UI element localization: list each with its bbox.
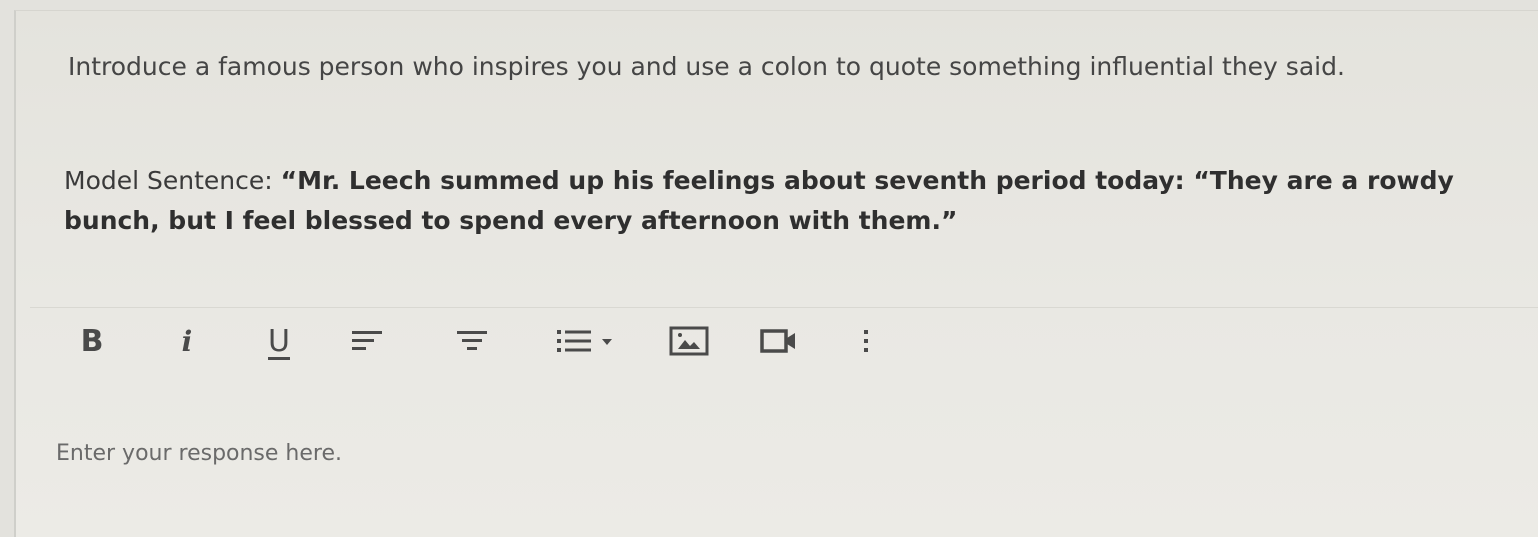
more-options-button[interactable] [856, 315, 876, 367]
model-sentence-label: Model Sentence: [64, 166, 281, 195]
dropdown-arrow-icon [602, 339, 612, 345]
italic-button[interactable]: i [172, 315, 202, 367]
more-options-icon [864, 330, 868, 352]
model-sentence: Model Sentence: “Mr. Leech summed up his… [64, 161, 1504, 241]
section-divider [30, 307, 1538, 308]
align-left-button[interactable] [346, 315, 390, 367]
align-center-icon [457, 331, 487, 350]
insert-image-button[interactable] [664, 315, 714, 367]
align-left-icon [352, 331, 382, 350]
insert-video-button[interactable] [754, 315, 804, 367]
bold-button[interactable]: B [74, 315, 110, 367]
response-input[interactable]: Enter your response here. [56, 441, 342, 466]
bulleted-list-button[interactable] [540, 315, 630, 367]
formatting-toolbar: B i U [66, 315, 966, 367]
question-card: Introduce a famous person who inspires y… [14, 10, 1538, 537]
bulleted-list-icon [557, 330, 591, 352]
question-prompt: Introduce a famous person who inspires y… [68, 52, 1345, 81]
align-center-button[interactable] [450, 315, 494, 367]
image-icon [669, 326, 709, 356]
video-icon [760, 329, 795, 353]
underline-button[interactable]: U [262, 315, 296, 367]
